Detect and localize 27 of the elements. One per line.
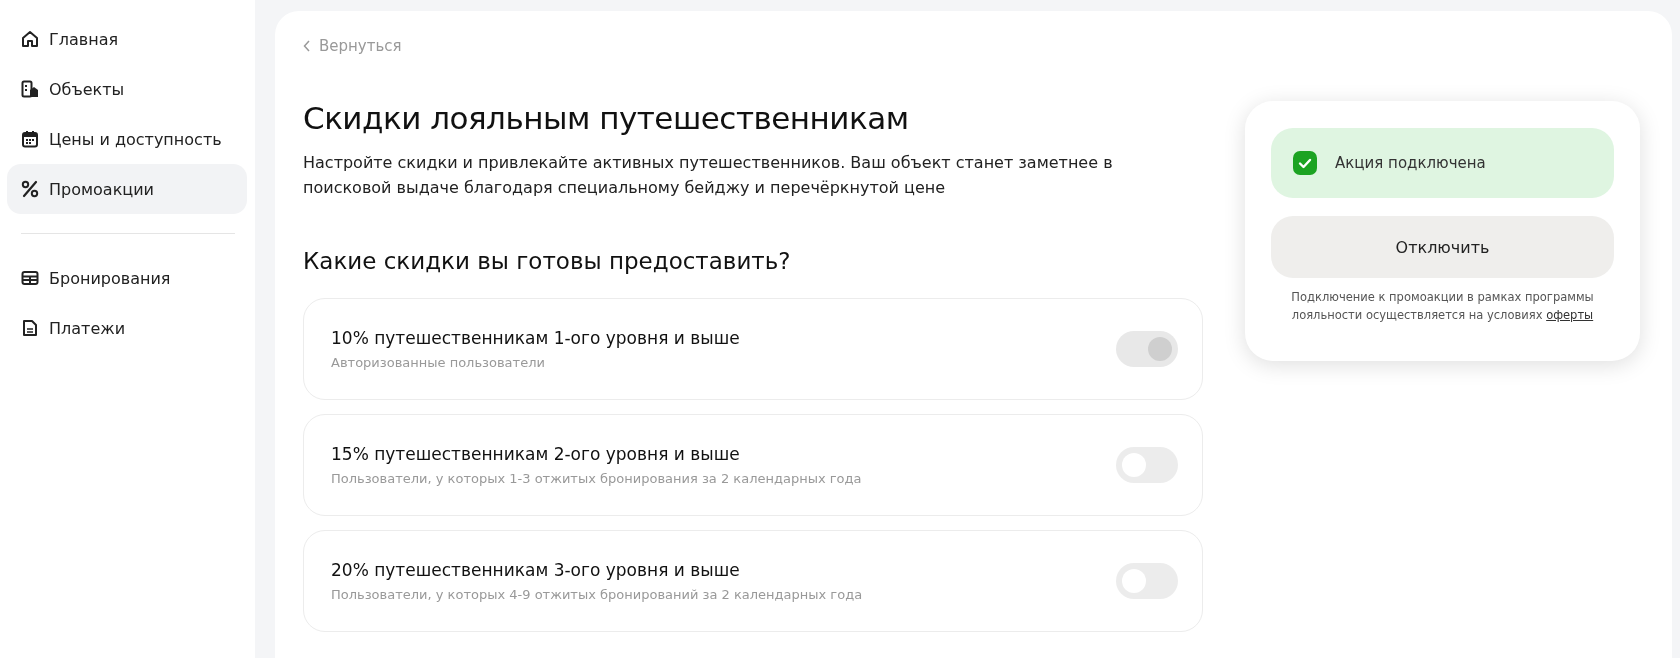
offer-link[interactable]: оферты xyxy=(1546,308,1594,322)
checkmark-icon xyxy=(1293,151,1317,175)
page-title: Скидки лояльным путешественникам xyxy=(303,100,910,136)
sidebar-item[interactable]: Главная xyxy=(7,14,247,64)
discount-subtitle: Авторизованные пользователи xyxy=(331,355,546,370)
sidebar-item[interactable]: Платежи xyxy=(7,303,247,353)
buildings-icon xyxy=(21,80,39,98)
sidebar-item[interactable]: Промоакции xyxy=(7,164,247,214)
sidebar-item[interactable]: Цены и доступность xyxy=(7,114,247,164)
status-label: Акция подключена xyxy=(1335,154,1486,172)
discount-title: 20% путешественникам 3-ого уровня и выше xyxy=(331,560,741,580)
chevron-left-icon xyxy=(303,40,311,52)
discount-subtitle: Пользователи, у которых 1-3 отжитых бронирования за 2 календарных года xyxy=(331,471,862,486)
page-description: Настройте скидки и привлекайте активных путешественников. Ваш объект станет заметнее в поисковой выдаче благодаря специальному бейджу и перечёркнутой цене xyxy=(303,152,1114,199)
document-icon xyxy=(21,319,39,337)
calendar-icon xyxy=(21,130,39,148)
section-heading: Какие скидки вы готовы предоставить? xyxy=(303,248,792,274)
disable-button[interactable]: Отключить xyxy=(1271,216,1614,278)
percent-icon xyxy=(21,180,39,198)
discount-subtitle: Пользователи, у которых 4-9 отжитых бронирований за 2 календарных года xyxy=(331,587,863,602)
home-icon xyxy=(21,30,39,48)
discount-title: 15% путешественникам 2-ого уровня и выше xyxy=(331,444,741,464)
terms-text: Подключение к промоакции в рамках программы лояльности осуществляется на условиях оферты xyxy=(1290,289,1595,324)
discount-title: 10% путешественникам 1-ого уровня и выше xyxy=(331,328,740,348)
sidebar-item[interactable]: Объекты xyxy=(7,64,247,114)
table-icon xyxy=(21,269,39,287)
sidebar-item[interactable]: Бронирования xyxy=(7,253,247,303)
